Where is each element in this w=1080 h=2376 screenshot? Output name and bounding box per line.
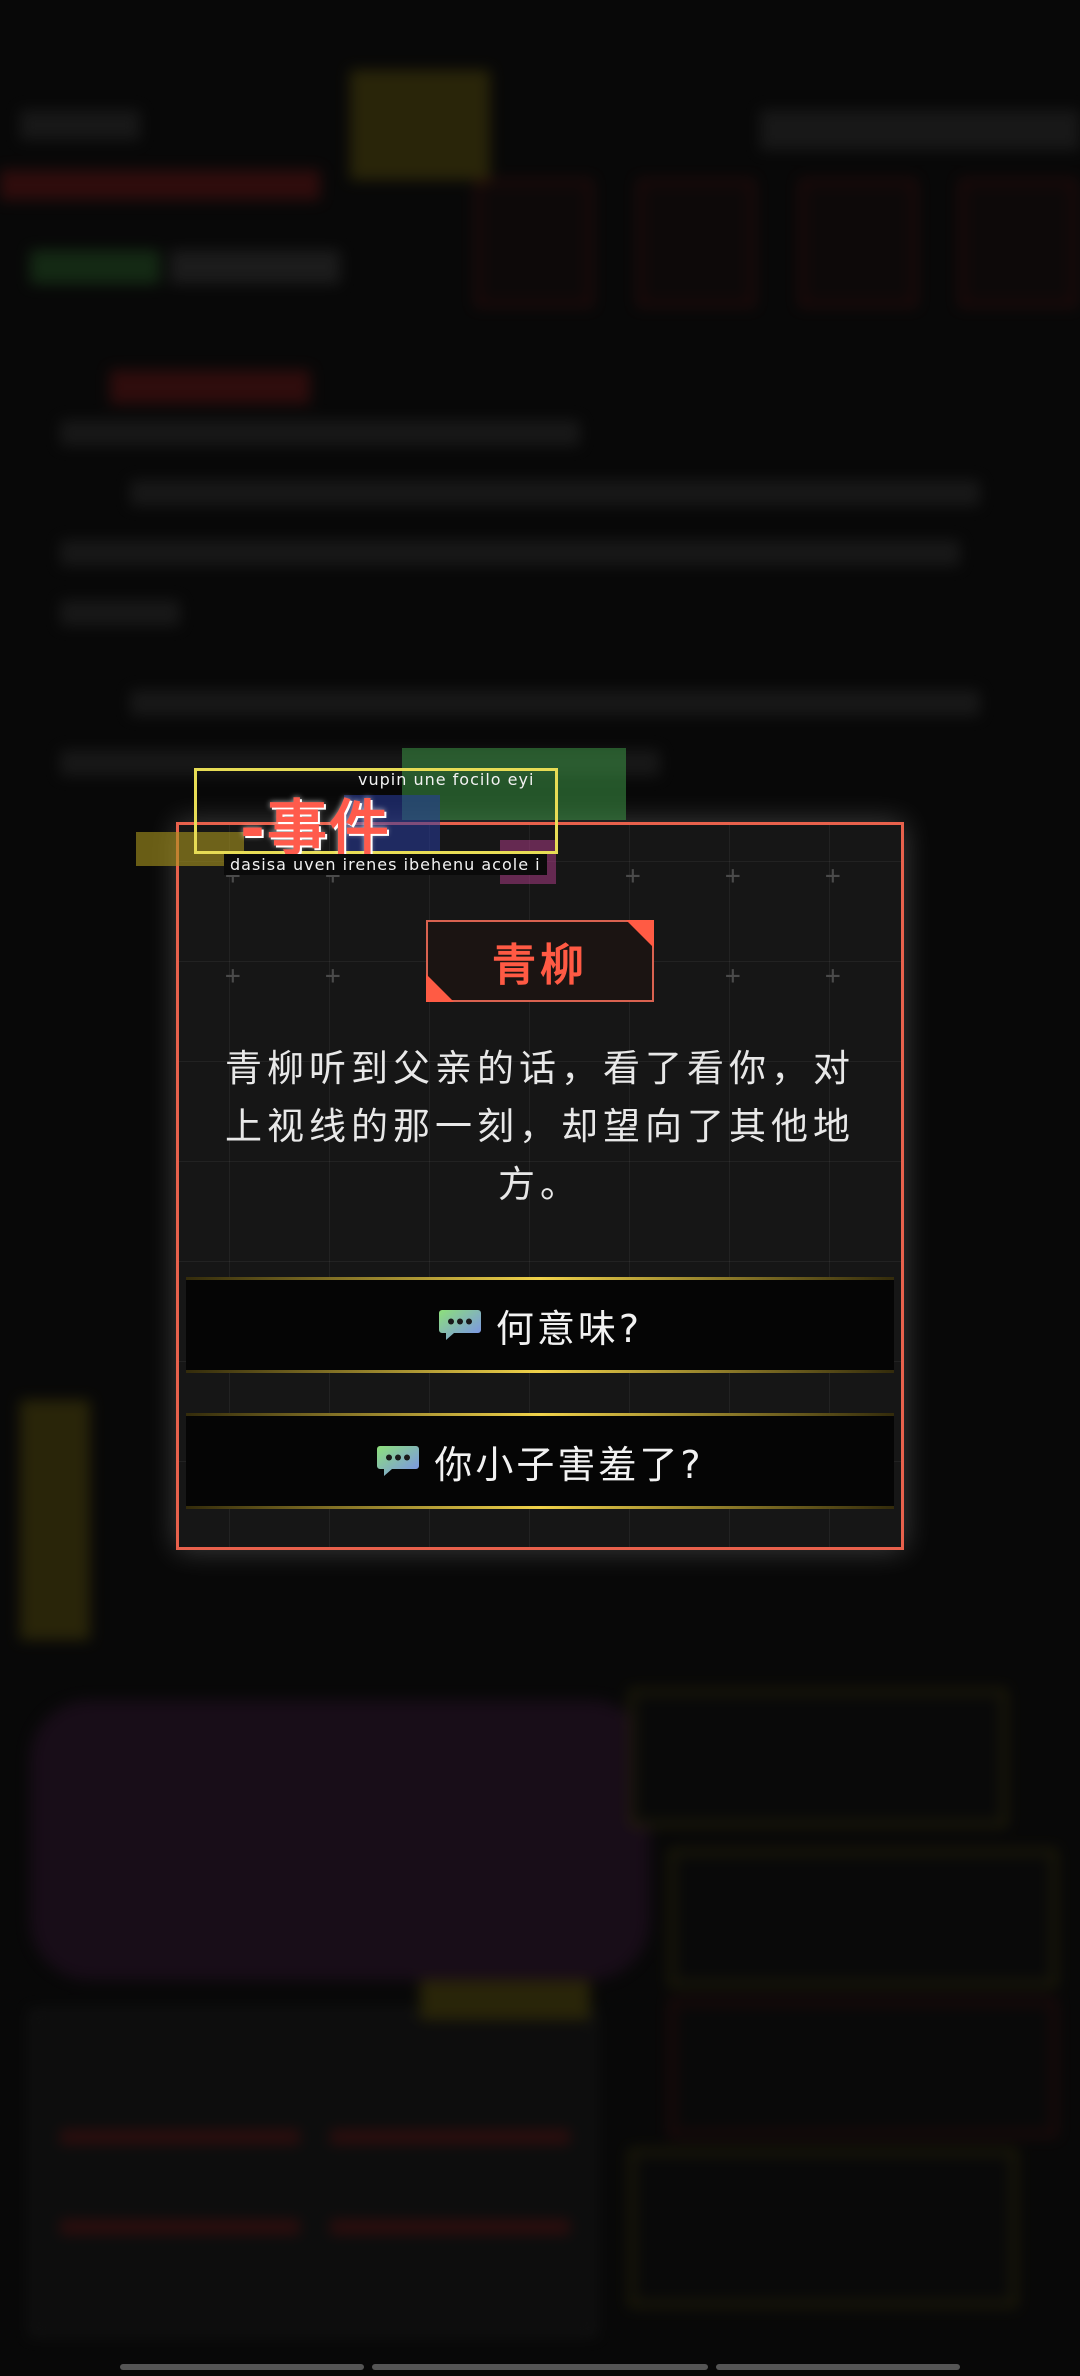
chat-bubble-icon (438, 1308, 482, 1342)
corner-accent (626, 920, 654, 948)
choice-button-1[interactable]: 何意味? (186, 1277, 894, 1373)
speaker-nameplate: 青柳 (426, 920, 654, 1002)
grid-plus-icon: + (225, 961, 241, 991)
choice-button-2[interactable]: 你小子害羞了? (186, 1413, 894, 1509)
grid-plus-icon: + (825, 961, 841, 991)
grid-plus-icon: + (625, 861, 641, 891)
event-narrative: 青柳听到父亲的话，看了看你，对上视线的那一刻，却望向了其他地方。 (225, 1047, 855, 1206)
speaker-name: 青柳 (492, 940, 588, 991)
bottom-tab-indicator (372, 2364, 708, 2370)
grid-plus-icon: + (725, 961, 741, 991)
corner-accent (426, 974, 454, 1002)
bottom-tab-indicator (716, 2364, 960, 2370)
bottom-tab-indicator (120, 2364, 364, 2370)
game-screen: + + + + + + + + + vupin une focilo eyi -… (0, 0, 1080, 2376)
choice-label: 你小子害羞了? (434, 1442, 704, 1487)
event-tag-subtext-bottom: dasisa uven irenes ibehenu acole i (224, 854, 547, 875)
grid-plus-icon: + (325, 961, 341, 991)
chat-bubble-icon (376, 1444, 420, 1478)
grid-plus-icon: + (825, 861, 841, 891)
choice-label: 何意味? (495, 1306, 643, 1351)
grid-plus-icon: + (725, 861, 741, 891)
